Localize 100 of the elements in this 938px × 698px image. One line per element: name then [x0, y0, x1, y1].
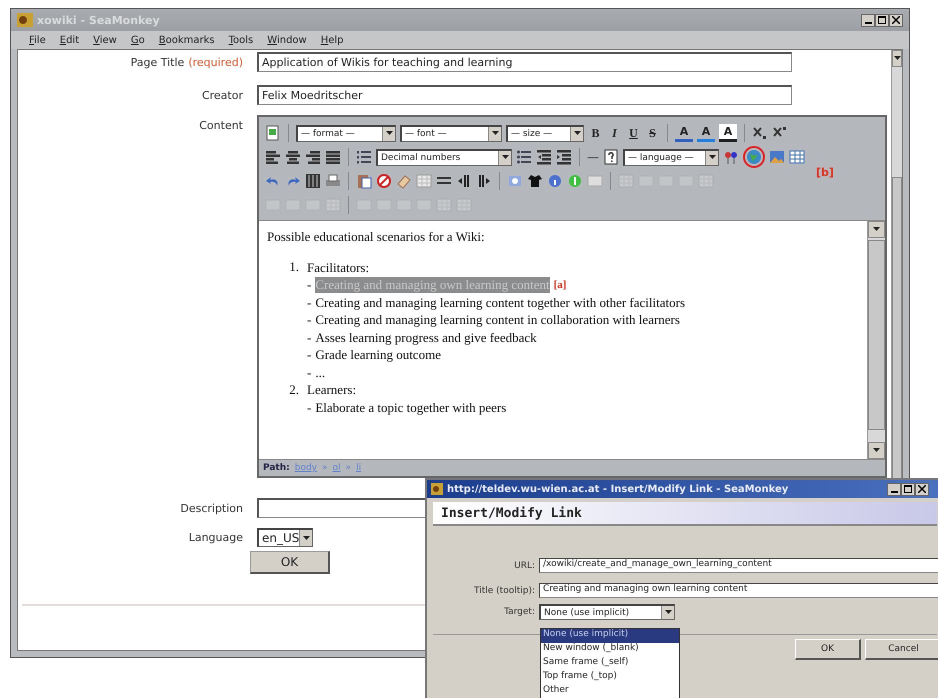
list-line: Creating and managing learning content together with other facilitators — [315, 294, 685, 311]
caret-icon[interactable] — [873, 227, 880, 232]
close-icon — [892, 16, 900, 24]
outdent-icon[interactable] — [536, 149, 552, 165]
align-right-icon[interactable] — [305, 149, 321, 165]
horizontal-rule-button[interactable]: — — [587, 150, 599, 164]
language-dropdown[interactable]: en_US — [257, 528, 313, 547]
input-field[interactable]: Creating and managing own learning content — [539, 583, 938, 598]
minimize-button[interactable] — [861, 14, 875, 26]
dialog-heading: Insert/Modify Link — [441, 506, 582, 520]
field-label: Title (tooltip): — [473, 586, 535, 596]
justify-icon[interactable] — [325, 149, 341, 165]
list-heading: Facilitators: — [307, 260, 370, 276]
bullet-dash: - — [307, 364, 312, 381]
grid-icon[interactable] — [305, 173, 321, 189]
color-button[interactable]: A — [697, 124, 715, 142]
indent-icon[interactable] — [556, 149, 572, 165]
caret-icon[interactable] — [574, 131, 580, 136]
list-number: 1. — [288, 259, 300, 276]
ok-button[interactable]: OK — [250, 551, 330, 574]
table-icon[interactable] — [789, 149, 805, 165]
format-select[interactable]: — format — — [296, 124, 396, 142]
language-select[interactable]: — language — — [623, 148, 719, 166]
numbered-list-icon[interactable] — [356, 149, 372, 165]
selected-text: Creating and managing own learning content — [315, 277, 550, 294]
font-select[interactable]: — font — — [400, 124, 502, 142]
caret-icon[interactable] — [873, 448, 880, 453]
color-button[interactable]: A — [719, 124, 737, 142]
dialog-title: http://teldev.wu-wien.ac.at - Insert/Modify Link - SeaMonkey — [447, 484, 788, 494]
annotation-label: [a] — [554, 279, 566, 292]
align-left-icon[interactable] — [265, 149, 281, 165]
dropdown-option[interactable]: None (use implicit) — [541, 629, 679, 643]
menu-item[interactable]: Tools — [228, 34, 254, 46]
input-field[interactable]: /xowiki/create_and_manage_own_learning_content — [539, 558, 938, 573]
caret-icon[interactable] — [492, 131, 498, 136]
size-select[interactable]: — size — — [506, 124, 584, 142]
menu-item[interactable]: Edit — [60, 34, 80, 46]
close-icon — [918, 485, 926, 493]
clipboard-icon[interactable] — [356, 173, 372, 189]
field-label: Creator — [202, 88, 243, 102]
paragraph: Possible educational scenarios for a Wiki: — [267, 229, 486, 245]
paragraph-direction-icon[interactable] — [476, 173, 492, 189]
ok-button[interactable]: OK — [795, 639, 861, 660]
maximize-button[interactable] — [875, 14, 889, 26]
field-label: URL: — [513, 560, 535, 570]
caret-icon[interactable] — [894, 56, 900, 61]
strikethrough-button[interactable]: S — [645, 126, 660, 140]
menu-item[interactable]: File — [29, 34, 46, 46]
annotation-label: [b] — [816, 166, 834, 179]
no-sign-icon[interactable] — [376, 173, 392, 189]
window-title: xowiki - SeaMonkey — [37, 14, 160, 26]
help-icon[interactable] — [603, 149, 619, 165]
eraser-icon[interactable] — [396, 173, 412, 189]
caret-icon[interactable] — [302, 536, 310, 540]
menu-item[interactable]: View — [93, 34, 117, 46]
color-button[interactable]: A — [675, 124, 693, 142]
underline-button[interactable]: U — [626, 126, 641, 140]
field-label: Target: — [503, 607, 535, 617]
page-icon[interactable] — [265, 125, 281, 141]
input-field[interactable]: Application of Wikis for teaching and learning — [257, 52, 792, 72]
path-separator: » — [322, 463, 328, 473]
app-icon — [17, 13, 33, 27]
align-center-icon[interactable] — [285, 149, 301, 165]
caret-icon[interactable] — [502, 155, 508, 160]
target-select[interactable]: None (use implicit) — [539, 604, 675, 620]
minimize-button[interactable] — [887, 482, 901, 496]
list-style-select[interactable]: Decimal numbers — [376, 148, 512, 166]
path-label: Path: — [263, 463, 290, 473]
cancel-button[interactable]: Cancel — [865, 639, 938, 660]
bullet-list-icon[interactable] — [516, 149, 532, 165]
menu-item[interactable]: Go — [130, 34, 145, 46]
caret-icon[interactable] — [708, 155, 716, 160]
scrollbar[interactable] — [867, 221, 885, 459]
app-icon — [431, 483, 443, 495]
close-button[interactable] — [915, 482, 929, 496]
list-heading: Learners: — [307, 382, 356, 398]
field-label: Language — [188, 531, 243, 544]
bullet-dash: - — [307, 277, 312, 294]
italic-button[interactable]: I — [607, 126, 622, 140]
required-note: (required) — [188, 56, 243, 68]
subscript-icon[interactable] — [752, 125, 768, 141]
list-line: Elaborate a topic together with peers — [315, 400, 506, 416]
bullet-dash: - — [307, 294, 312, 311]
paragraph-direction-icon[interactable] — [456, 173, 472, 189]
menu-item[interactable]: Window — [267, 34, 307, 46]
printer-icon[interactable] — [325, 173, 341, 189]
pins-icon[interactable] — [723, 149, 739, 165]
input-field[interactable]: Felix Moedritscher — [257, 85, 792, 105]
menu-item[interactable]: Bookmarks — [158, 34, 215, 46]
close-button[interactable] — [889, 14, 903, 26]
list-line: Asses learning progress and give feedback — [315, 330, 537, 346]
caret-icon[interactable] — [664, 610, 672, 615]
bold-button[interactable]: B — [588, 126, 603, 140]
menu-item[interactable]: Help — [320, 34, 344, 46]
caret-icon[interactable] — [386, 131, 392, 136]
maximize-button[interactable] — [901, 482, 915, 496]
bullet-dash: - — [307, 400, 312, 416]
shirt-icon[interactable] — [527, 173, 543, 189]
bullet-dash: - — [307, 330, 312, 346]
info-icon[interactable] — [547, 173, 563, 189]
